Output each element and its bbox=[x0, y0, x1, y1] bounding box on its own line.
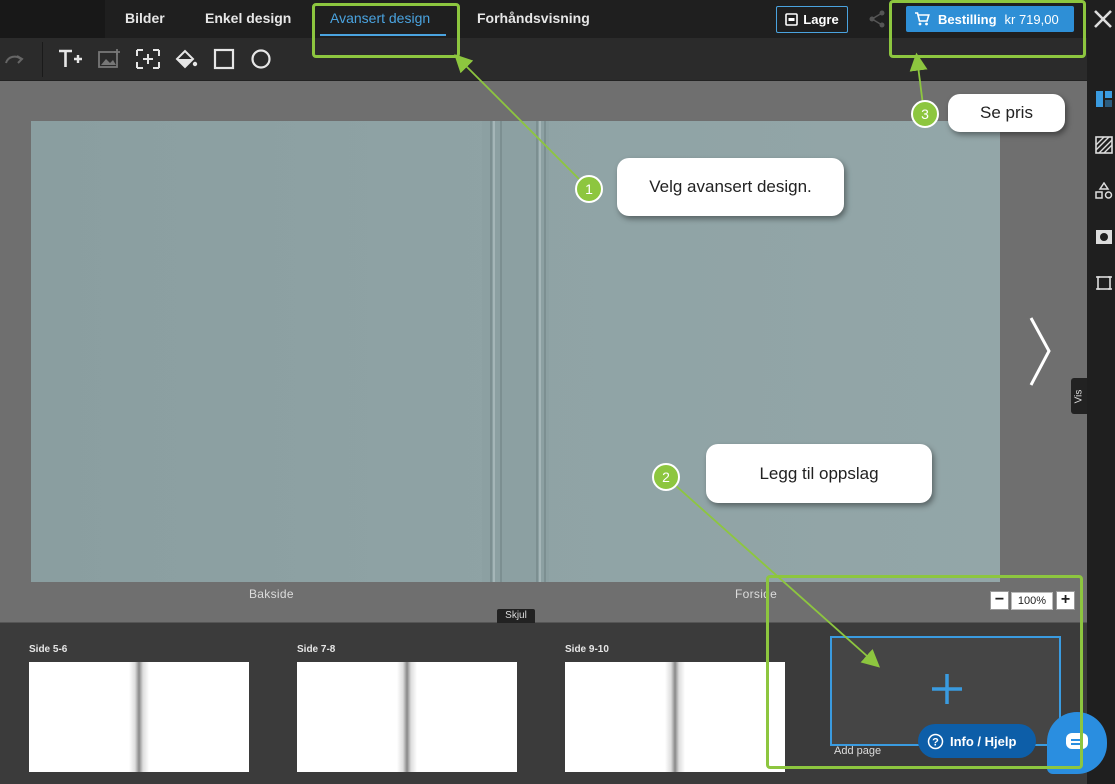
spine-line bbox=[493, 121, 495, 582]
page-thumbnail[interactable] bbox=[29, 662, 249, 772]
spine-line bbox=[536, 121, 538, 582]
nav-left-spacer bbox=[0, 0, 105, 38]
toolbar-divider bbox=[42, 42, 43, 77]
show-panel-tab[interactable]: Vis bbox=[1071, 378, 1087, 414]
add-frame-icon[interactable] bbox=[135, 47, 161, 71]
highlight-add-page bbox=[766, 575, 1083, 769]
add-image-icon bbox=[98, 49, 120, 68]
highlight-advanced-design bbox=[312, 3, 460, 58]
step-badge-3: 3 bbox=[911, 100, 939, 128]
spine-line bbox=[544, 121, 546, 582]
page-thumbnail[interactable] bbox=[565, 662, 785, 772]
hide-filmstrip-tab[interactable]: Skjul bbox=[497, 609, 535, 623]
cover-spread[interactable] bbox=[31, 121, 1000, 582]
rectangle-icon[interactable] bbox=[211, 47, 237, 71]
step-badge-1: 1 bbox=[575, 175, 603, 203]
page-thumb-label: Side 5-6 bbox=[29, 644, 68, 655]
back-cover-label: Bakside bbox=[249, 587, 294, 601]
spine-line bbox=[490, 121, 492, 582]
spine-line bbox=[500, 121, 502, 582]
redo-icon[interactable] bbox=[3, 52, 25, 66]
save-label: Lagre bbox=[803, 12, 839, 27]
fill-icon[interactable] bbox=[173, 47, 199, 71]
save-button[interactable]: Lagre bbox=[776, 6, 848, 33]
step-badge-2: 2 bbox=[652, 463, 680, 491]
page-fold bbox=[129, 662, 149, 772]
callout-advanced-design: Velg avansert design. bbox=[617, 158, 844, 216]
close-icon[interactable] bbox=[1092, 7, 1114, 31]
design-canvas-area: Bakside Forside Vis − 100% + bbox=[0, 81, 1087, 622]
tab-forhandsvisning[interactable]: Forhåndsvisning bbox=[477, 10, 590, 26]
save-icon bbox=[785, 13, 799, 26]
callout-add-spread: Legg til oppslag bbox=[706, 444, 932, 503]
show-panel-label: Vis bbox=[1073, 389, 1085, 403]
tab-enkel-design[interactable]: Enkel design bbox=[205, 10, 291, 26]
highlight-order-button bbox=[889, 0, 1086, 58]
circle-icon[interactable] bbox=[248, 47, 274, 71]
mask-icon[interactable] bbox=[1095, 228, 1113, 246]
layout-icon[interactable] bbox=[1095, 90, 1113, 108]
page-thumbnail[interactable] bbox=[297, 662, 517, 772]
share-icon[interactable] bbox=[866, 9, 888, 29]
add-text-icon[interactable] bbox=[57, 47, 83, 71]
shapes-icon[interactable] bbox=[1095, 182, 1113, 200]
pattern-icon[interactable] bbox=[1095, 136, 1113, 154]
page-fold bbox=[665, 662, 685, 772]
page-fold bbox=[397, 662, 417, 772]
spine-line bbox=[539, 121, 541, 582]
frame-icon[interactable] bbox=[1095, 274, 1113, 292]
page-thumb-label: Side 9-10 bbox=[565, 644, 609, 655]
right-sidebar bbox=[1087, 38, 1115, 784]
next-page-arrow-icon[interactable] bbox=[1025, 314, 1055, 389]
tab-bilder[interactable]: Bilder bbox=[125, 10, 165, 26]
page-thumb-label: Side 7-8 bbox=[297, 644, 336, 655]
editor-window: Bilder Enkel design Avansert design Forh… bbox=[0, 0, 1115, 784]
callout-see-price: Se pris bbox=[948, 94, 1065, 132]
book-spine bbox=[482, 121, 549, 582]
